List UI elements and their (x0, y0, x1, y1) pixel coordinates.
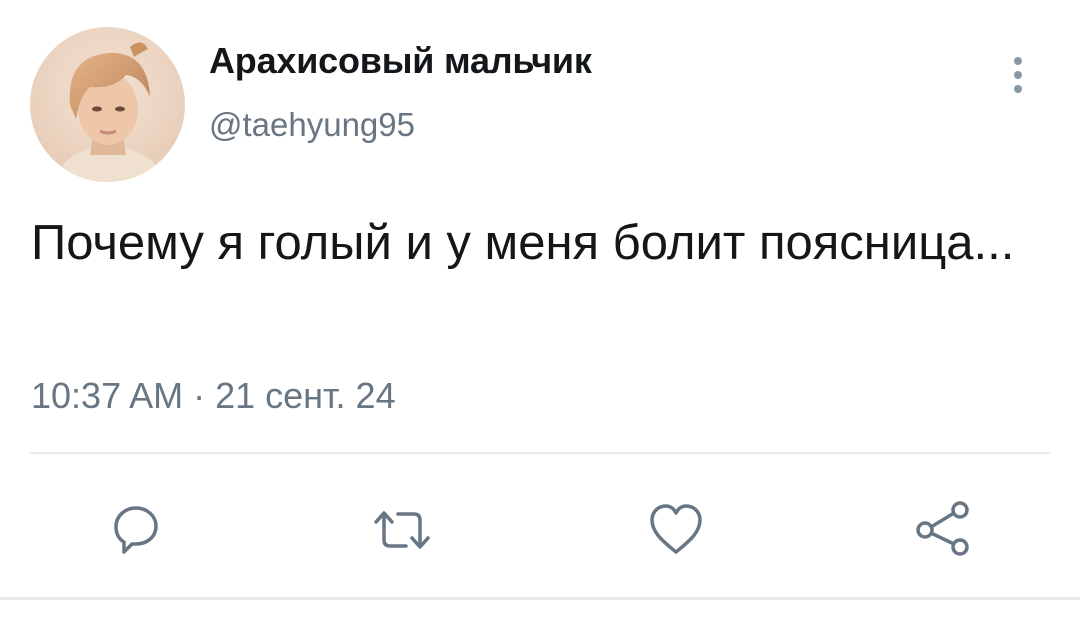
retweet-button[interactable] (372, 500, 432, 560)
retweet-icon (374, 511, 430, 549)
share-button[interactable] (912, 500, 972, 560)
more-options-button[interactable] (998, 50, 1038, 100)
reply-icon (114, 506, 158, 554)
avatar[interactable] (30, 27, 185, 182)
avatar-image (30, 27, 185, 182)
reply-button[interactable] (106, 500, 166, 560)
author-handle[interactable]: @taehyung95 (209, 106, 415, 144)
more-vertical-icon (1014, 57, 1022, 93)
like-button[interactable] (646, 500, 706, 560)
tweet-text: Почему я голый и у меня болит поясница..… (31, 216, 1015, 270)
tweet-timestamp[interactable]: 10:37 AM · 21 сент. 24 (31, 375, 396, 417)
divider (0, 597, 1080, 600)
heart-icon (650, 504, 702, 554)
author-display-name[interactable]: Арахисовый мальчик (209, 40, 592, 82)
share-icon (916, 501, 969, 556)
divider (30, 452, 1050, 454)
